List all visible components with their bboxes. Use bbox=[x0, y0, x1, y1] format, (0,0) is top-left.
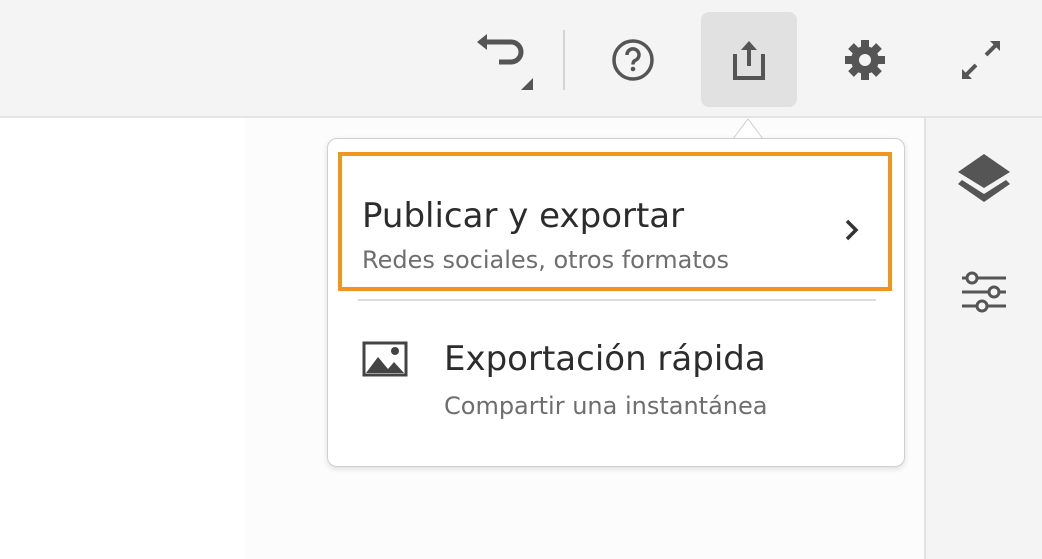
help-icon bbox=[612, 38, 654, 81]
menu-item-title: Exportación rápida bbox=[444, 339, 766, 379]
menu-item-publish-export[interactable]: Publicar y exportar Redes sociales, otro… bbox=[338, 152, 892, 291]
gear-icon bbox=[845, 39, 885, 80]
sliders-icon[interactable] bbox=[956, 268, 1012, 316]
menu-item-subtitle: Redes sociales, otros formatos bbox=[362, 246, 729, 274]
menu-divider bbox=[358, 299, 876, 301]
chevron-right-icon bbox=[845, 219, 859, 241]
undo-icon bbox=[477, 33, 533, 90]
menu-item-quick-export[interactable]: Exportación rápida Compartir una instant… bbox=[328, 314, 904, 454]
export-menu-popover: Publicar y exportar Redes sociales, otro… bbox=[327, 138, 905, 467]
settings-button[interactable] bbox=[817, 12, 913, 107]
share-button[interactable] bbox=[701, 12, 797, 107]
top-toolbar bbox=[0, 0, 1042, 118]
image-icon bbox=[362, 341, 408, 377]
layers-icon[interactable] bbox=[956, 148, 1012, 204]
menu-item-title: Publicar y exportar bbox=[362, 196, 685, 236]
help-button[interactable] bbox=[585, 12, 681, 107]
expand-icon bbox=[962, 40, 1000, 79]
share-icon bbox=[733, 40, 765, 80]
right-panel bbox=[924, 118, 1042, 559]
toolbar-divider bbox=[563, 30, 565, 90]
fullscreen-button[interactable] bbox=[933, 12, 1029, 107]
undo-button[interactable] bbox=[455, 12, 551, 107]
menu-item-subtitle: Compartir una instantánea bbox=[444, 392, 768, 420]
